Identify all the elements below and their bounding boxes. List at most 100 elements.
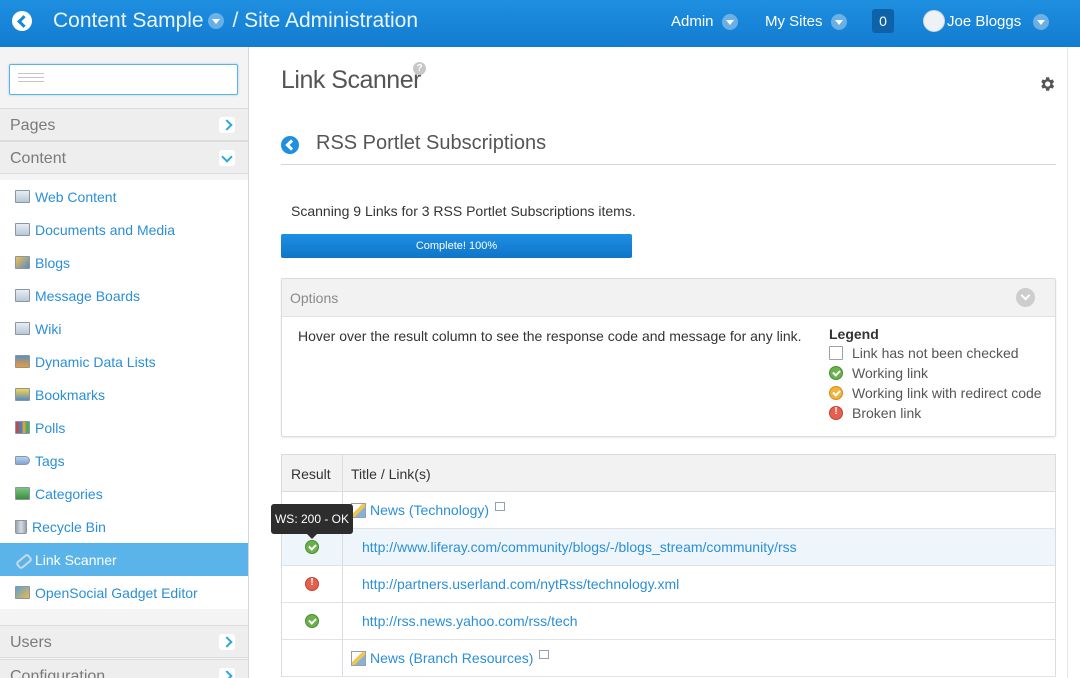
sidebar-item-label: Link Scanner bbox=[35, 551, 117, 568]
admin-menu[interactable]: Admin bbox=[671, 13, 741, 31]
legend-item-label: Working link bbox=[852, 365, 928, 381]
result-cell[interactable] bbox=[282, 566, 343, 602]
sidebar-item-label: Categories bbox=[35, 485, 103, 502]
link-url[interactable]: http://www.liferay.com/community/blogs/-… bbox=[362, 539, 797, 555]
options-panel: Options Hover over the result column to … bbox=[281, 278, 1056, 437]
sidebar-item-documents-and-media[interactable]: Documents and Media bbox=[0, 213, 248, 246]
sidebar-item-recycle-bin[interactable]: Recycle Bin bbox=[0, 510, 248, 543]
sidebar-item-polls[interactable]: Polls bbox=[0, 411, 248, 444]
my-sites-menu[interactable]: My Sites bbox=[765, 13, 850, 31]
chevron-right-icon[interactable] bbox=[219, 634, 235, 650]
site-dropdown-icon[interactable] bbox=[207, 13, 224, 30]
sidebar-item-blogs[interactable]: Blogs bbox=[0, 246, 248, 279]
chevron-right-icon[interactable] bbox=[219, 117, 235, 133]
rss-portlet-icon bbox=[351, 650, 366, 666]
group-title-link[interactable]: News (Technology) bbox=[370, 502, 489, 518]
external-link-icon[interactable] bbox=[495, 501, 506, 511]
panel-configuration[interactable]: Configuration bbox=[0, 659, 248, 678]
sidebar-item-web-content[interactable]: Web Content bbox=[0, 180, 248, 213]
chevron-down-icon[interactable] bbox=[219, 150, 235, 166]
sidebar: Pages Content Web Content Documents and … bbox=[0, 47, 249, 678]
top-bar: Content Sample / Site Administration Adm… bbox=[0, 0, 1080, 47]
panel-pages[interactable]: Pages bbox=[0, 108, 248, 141]
content-nav-list: Web Content Documents and Media Blogs Me… bbox=[0, 180, 248, 609]
sidebar-item-dynamic-data-lists[interactable]: Dynamic Data Lists bbox=[0, 345, 248, 378]
user-name[interactable]: Joe Bloggs bbox=[947, 13, 1021, 30]
legend-title: Legend bbox=[829, 326, 879, 342]
column-header-title: Title / Link(s) bbox=[351, 466, 431, 482]
legend-item-broken: Broken link bbox=[829, 403, 1042, 423]
user-avatar[interactable] bbox=[923, 10, 945, 32]
title-cell: http://www.liferay.com/community/blogs/-… bbox=[343, 529, 1055, 565]
dynamic-data-lists-icon bbox=[15, 355, 30, 368]
sidebar-item-label: Web Content bbox=[35, 188, 117, 205]
sidebar-item-message-boards[interactable]: Message Boards bbox=[0, 279, 248, 312]
scrollbar[interactable] bbox=[1067, 47, 1080, 678]
admin-menu-label: Admin bbox=[671, 13, 714, 30]
sidebar-item-label: OpenSocial Gadget Editor bbox=[35, 584, 198, 601]
panel-configuration-label: Configuration bbox=[10, 668, 106, 678]
user-menu[interactable] bbox=[1025, 13, 1052, 31]
user-dropdown-icon bbox=[1033, 14, 1049, 31]
notification-count-badge[interactable]: 0 bbox=[872, 9, 894, 33]
site-breadcrumb: Content Sample / Site Administration bbox=[53, 9, 418, 33]
site-name-link[interactable]: Content Sample bbox=[53, 9, 204, 32]
sidebar-item-wiki[interactable]: Wiki bbox=[0, 312, 248, 345]
working-link-icon[interactable] bbox=[305, 540, 319, 554]
chevron-right-icon[interactable] bbox=[219, 668, 235, 678]
panel-users[interactable]: Users bbox=[0, 625, 248, 658]
group-title-link[interactable]: News (Branch Resources) bbox=[370, 650, 533, 666]
options-header-label: Options bbox=[290, 290, 339, 306]
search-placeholder-lines bbox=[18, 73, 44, 85]
column-header-result: Result bbox=[282, 455, 343, 491]
help-icon[interactable]: ? bbox=[413, 62, 426, 75]
unchecked-box-icon bbox=[829, 346, 843, 360]
search-input[interactable] bbox=[9, 64, 238, 95]
sidebar-item-label: Dynamic Data Lists bbox=[35, 353, 156, 370]
external-link-icon[interactable] bbox=[539, 649, 550, 659]
result-cell[interactable] bbox=[282, 603, 343, 639]
legend-item-label: Working link with redirect code bbox=[852, 385, 1042, 401]
sidebar-item-tags[interactable]: Tags bbox=[0, 444, 248, 477]
progress-label: Complete! 100% bbox=[415, 240, 498, 252]
table-row: http://rss.news.yahoo.com/rss/tech bbox=[282, 603, 1055, 640]
documents-icon bbox=[15, 223, 30, 236]
legend-item-unchecked: Link has not been checked bbox=[829, 343, 1042, 363]
chevron-down-icon[interactable] bbox=[1016, 288, 1035, 307]
blogs-icon bbox=[15, 256, 30, 269]
gear-icon[interactable] bbox=[1038, 75, 1056, 93]
admin-dropdown-icon bbox=[721, 14, 738, 31]
table-row: News (Branch Resources) bbox=[282, 640, 1055, 677]
sidebar-item-link-scanner[interactable]: Link Scanner bbox=[0, 543, 248, 576]
section-title: RSS Portlet Subscriptions bbox=[316, 132, 547, 154]
sidebar-item-label: Documents and Media bbox=[35, 221, 176, 238]
link-url[interactable]: http://partners.userland.com/nytRss/tech… bbox=[362, 576, 679, 592]
table-row: http://www.liferay.com/community/blogs/-… bbox=[282, 529, 1055, 566]
broken-link-icon[interactable] bbox=[305, 577, 319, 591]
section-name: Site Administration bbox=[244, 9, 419, 32]
legend: Legend Link has not been checked Working… bbox=[829, 326, 1042, 423]
sidebar-item-label: Bookmarks bbox=[35, 386, 106, 403]
scan-status-text: Scanning 9 Links for 3 RSS Portlet Subsc… bbox=[291, 203, 636, 219]
sidebar-item-bookmarks[interactable]: Bookmarks bbox=[0, 378, 248, 411]
title-cell: http://partners.userland.com/nytRss/tech… bbox=[343, 566, 1055, 602]
back-arrow-icon[interactable] bbox=[12, 11, 32, 31]
sidebar-item-label: Wiki bbox=[35, 320, 62, 337]
sidebar-item-label: Tags bbox=[35, 452, 65, 469]
wiki-icon bbox=[15, 322, 30, 335]
sidebar-item-categories[interactable]: Categories bbox=[0, 477, 248, 510]
title-cell: http://rss.news.yahoo.com/rss/tech bbox=[343, 603, 1055, 639]
broken-link-icon bbox=[829, 406, 843, 420]
sidebar-item-label: Polls bbox=[35, 419, 66, 436]
results-table-header: Result Title / Link(s) bbox=[282, 455, 1055, 492]
working-link-icon[interactable] bbox=[305, 614, 319, 628]
options-header[interactable]: Options bbox=[282, 279, 1055, 317]
legend-item-label: Broken link bbox=[852, 405, 922, 421]
legend-item-redirect: Working link with redirect code bbox=[829, 383, 1042, 403]
panel-content[interactable]: Content bbox=[0, 141, 248, 174]
link-url[interactable]: http://rss.news.yahoo.com/rss/tech bbox=[362, 613, 578, 629]
sidebar-item-opensocial-gadget-editor[interactable]: OpenSocial Gadget Editor bbox=[0, 576, 248, 609]
back-arrow-icon[interactable] bbox=[281, 136, 299, 154]
rss-portlet-icon bbox=[351, 502, 366, 518]
table-row: http://partners.userland.com/nytRss/tech… bbox=[282, 566, 1055, 603]
